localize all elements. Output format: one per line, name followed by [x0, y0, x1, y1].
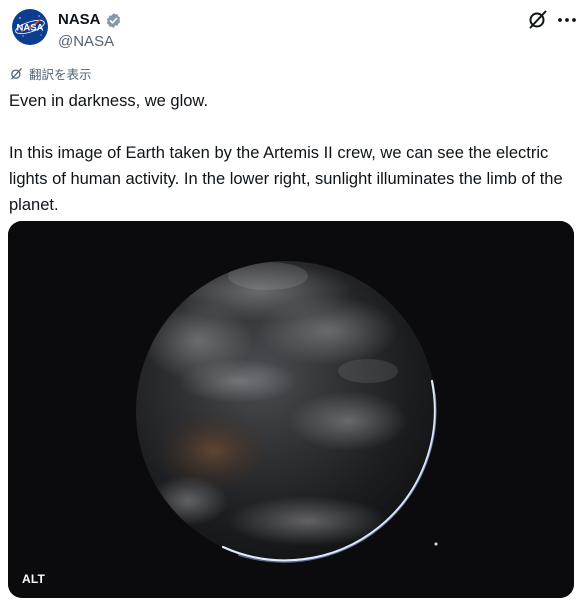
- more-options-icon[interactable]: [556, 7, 578, 31]
- post-image[interactable]: [8, 221, 574, 598]
- post-text: Even in darkness, we glow. In this image…: [9, 88, 569, 218]
- grok-icon[interactable]: [526, 7, 550, 31]
- post-text-line: Even in darkness, we glow.: [9, 92, 209, 110]
- avatar[interactable]: NASA: [11, 8, 49, 46]
- author-handle[interactable]: @NASA: [58, 33, 114, 51]
- verified-badge-icon[interactable]: [105, 12, 122, 29]
- post-header: NASA NASA @NASA: [8, 5, 578, 51]
- alt-badge[interactable]: ALT: [22, 572, 45, 586]
- display-name[interactable]: NASA: [58, 11, 101, 29]
- earth-image: [8, 221, 574, 598]
- translate-button[interactable]: 翻訳を表示: [9, 64, 92, 82]
- svg-text:NASA: NASA: [17, 23, 44, 34]
- nasa-logo: NASA: [12, 9, 48, 45]
- post-text-paragraph: In this image of Earth taken by the Arte…: [9, 144, 563, 214]
- translate-icon: [9, 66, 24, 81]
- translate-label: 翻訳を表示: [29, 67, 92, 82]
